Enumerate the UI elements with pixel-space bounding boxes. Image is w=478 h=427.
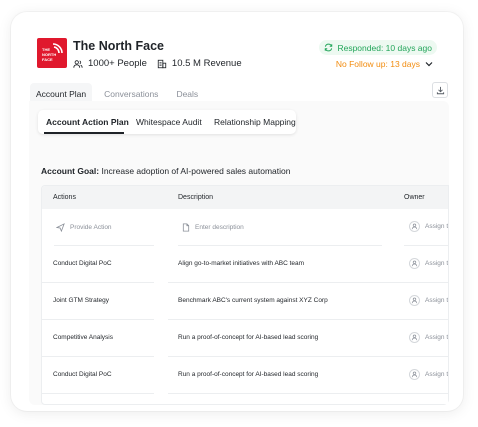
column-header-owner: Owner [404, 194, 425, 201]
row-owner[interactable]: Assign t [409, 258, 448, 269]
download-icon [436, 86, 444, 94]
table-row[interactable]: Joint GTM Strategy Benchmark ABC's curre… [42, 283, 448, 320]
subtab-account-action-plan[interactable]: Account Action Plan [46, 117, 129, 127]
row-owner-text: Assign t [425, 260, 449, 267]
send-icon [56, 223, 65, 232]
subtab-whitespace-audit[interactable]: Whitespace Audit [136, 117, 202, 127]
subtabs: Account Action Plan Whitespace Audit Rel… [38, 110, 296, 134]
table-row[interactable]: Conduct Digital PoC Run a proof-of-conce… [42, 357, 448, 394]
followup-dropdown[interactable]: No Follow up: 13 days [336, 59, 433, 69]
action-plan-table: Actions Description Owner Provide Action [41, 185, 449, 405]
owner-assign[interactable]: Assign t [409, 221, 448, 232]
tab-conversations[interactable]: Conversations [98, 83, 164, 103]
logo-text-line3: FACE [42, 57, 53, 62]
people-count-text: 1000+ People [88, 58, 147, 69]
owner-placeholder: Assign t [425, 223, 449, 230]
row-description: Benchmark ABC's current system against X… [178, 297, 328, 304]
row-action: Conduct Digital PoC [53, 260, 112, 267]
column-header-description: Description [178, 194, 214, 201]
user-icon [409, 295, 420, 306]
new-action-row: Provide Action Enter description Assign … [42, 209, 448, 246]
revenue-text: 10.5 M Revenue [171, 58, 242, 69]
description-placeholder: Enter description [195, 224, 244, 231]
account-goal-text: Increase adoption of AI-powered sales au… [101, 166, 291, 176]
active-subtab-indicator [44, 132, 124, 134]
row-description: Align go-to-market initiatives with ABC … [178, 260, 305, 267]
users-icon [73, 59, 83, 68]
action-input[interactable]: Provide Action [56, 223, 112, 232]
row-owner-text: Assign t [425, 334, 449, 341]
row-description: Run a proof-of-concept for AI-based lead… [178, 371, 319, 378]
divider [42, 393, 154, 394]
row-owner[interactable]: Assign t [409, 295, 448, 306]
account-goal: Account Goal: Increase adoption of AI-po… [41, 166, 290, 176]
followup-text: No Follow up: 13 days [335, 59, 420, 69]
user-icon [409, 369, 420, 380]
row-action: Competitive Analysis [53, 334, 113, 341]
account-goal-label: Account Goal: [41, 166, 100, 176]
refresh-icon [325, 43, 333, 52]
table-header: Actions Description Owner [42, 186, 448, 209]
divider [168, 393, 448, 394]
people-count: 1000+ People [73, 58, 147, 69]
description-input[interactable]: Enter description [182, 223, 244, 232]
company-header: THE NORTH FACE The North Face 1000+ Peop… [37, 38, 437, 82]
action-placeholder: Provide Action [70, 224, 112, 231]
row-owner[interactable]: Assign t [409, 369, 448, 380]
document-icon [182, 223, 190, 232]
responded-badge: Responded: 10 days ago [319, 40, 437, 55]
table-row[interactable]: Competitive Analysis Run a proof-of-conc… [42, 320, 448, 357]
account-card: THE NORTH FACE The North Face 1000+ Peop… [11, 12, 463, 411]
chevron-down-icon [425, 62, 433, 67]
download-button[interactable] [432, 82, 448, 98]
north-face-logo-icon: THE NORTH FACE [42, 43, 63, 62]
row-owner-text: Assign t [425, 297, 449, 304]
row-owner[interactable]: Assign t [409, 332, 448, 343]
subtab-relationship-mapping[interactable]: Relationship Mapping [214, 117, 296, 127]
row-action: Conduct Digital PoC [53, 371, 112, 378]
company-name: The North Face [73, 39, 164, 53]
building-icon [157, 59, 167, 68]
user-icon [409, 221, 420, 232]
main-tabs: Account Plan Conversations Deals [30, 83, 204, 103]
row-owner-text: Assign t [425, 371, 449, 378]
row-action: Joint GTM Strategy [53, 297, 109, 304]
row-description: Run a proof-of-concept for AI-based lead… [178, 334, 319, 341]
tab-deals[interactable]: Deals [170, 83, 204, 103]
column-header-actions: Actions [53, 194, 76, 201]
account-plan-panel: Account Action Plan Whitespace Audit Rel… [29, 101, 449, 405]
responded-text: Responded: 10 days ago [337, 42, 432, 53]
user-icon [409, 258, 420, 269]
company-logo: THE NORTH FACE [37, 38, 67, 68]
table-row[interactable]: Conduct Digital PoC Align go-to-market i… [42, 246, 448, 283]
revenue: 10.5 M Revenue [157, 58, 242, 69]
tab-account-plan[interactable]: Account Plan [30, 83, 93, 103]
user-icon [409, 332, 420, 343]
company-meta: 1000+ People 10.5 M Revenue [73, 58, 242, 69]
